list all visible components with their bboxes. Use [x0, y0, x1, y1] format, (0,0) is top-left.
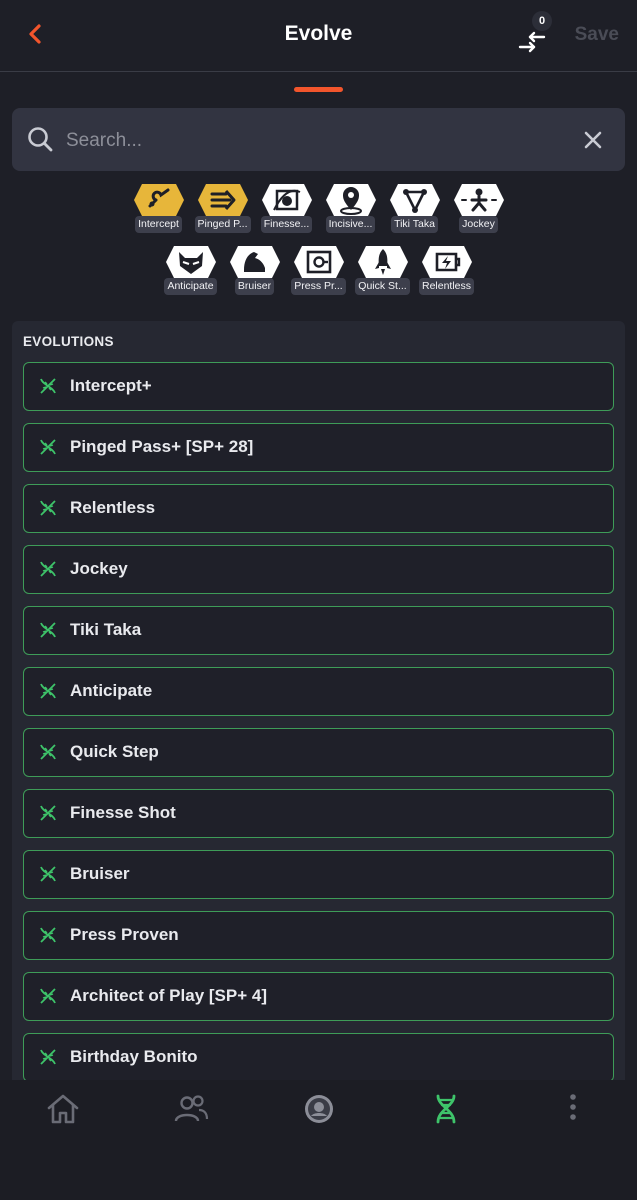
evolution-label: Architect of Play [SP+ 4] — [70, 986, 267, 1005]
save-button[interactable]: Save — [575, 24, 619, 46]
chip-intercept[interactable]: Intercept — [130, 180, 188, 233]
evolutions-panel: EVOLUTIONS Intercept+ Pinged Pass+ [SP+ … — [12, 321, 625, 1091]
search-icon — [28, 127, 53, 152]
chip-incisive-pass[interactable]: Incisive... — [322, 180, 380, 233]
quick-step-icon — [357, 246, 408, 278]
dna-icon — [40, 561, 56, 577]
dna-icon — [40, 988, 56, 1004]
evolution-item[interactable]: Architect of Play [SP+ 4] — [23, 972, 614, 1021]
evolution-label: Birthday Bonito — [70, 1047, 198, 1066]
search-input[interactable] — [64, 122, 568, 160]
top-bar: Evolve 0 Save — [0, 0, 637, 72]
chip-label: Jockey — [459, 216, 498, 233]
evolution-label: Tiki Taka — [70, 620, 142, 639]
chip-label: Finesse... — [260, 216, 313, 233]
chip-label: Anticipate — [164, 278, 217, 295]
dna-icon — [40, 683, 56, 699]
search-bar[interactable] — [12, 108, 625, 171]
evolution-label: Bruiser — [70, 864, 130, 883]
finesse-shot-icon — [261, 184, 312, 216]
dna-icon[interactable] — [426, 1092, 466, 1126]
pinged-pass-icon — [197, 184, 248, 216]
home-icon[interactable] — [43, 1092, 83, 1126]
tiki-taka-icon — [389, 184, 440, 216]
evolution-label: Relentless — [70, 498, 156, 517]
playstyle-filter-row: Anticipate Bruiser Press Pr... Quick St.… — [0, 242, 637, 295]
chip-label: Bruiser — [234, 278, 275, 295]
evolution-label: Finesse Shot — [70, 803, 176, 822]
chip-label: Relentless — [418, 278, 475, 295]
evolution-item[interactable]: Anticipate — [23, 667, 614, 716]
evolution-item[interactable]: Quick Step — [23, 728, 614, 777]
chip-label: Pinged P... — [194, 216, 251, 233]
dna-icon — [40, 744, 56, 760]
dna-icon — [40, 622, 56, 638]
chip-label: Intercept — [135, 216, 182, 233]
dna-icon — [40, 439, 56, 455]
dna-icon — [40, 927, 56, 943]
chip-relentless[interactable]: Relentless — [418, 242, 476, 295]
evolutions-list: Intercept+ Pinged Pass+ [SP+ 28] Relentl… — [23, 362, 614, 1091]
press-proven-icon — [293, 246, 344, 278]
bruiser-icon — [229, 246, 280, 278]
players-icon[interactable] — [171, 1092, 211, 1126]
evolution-label: Anticipate — [70, 681, 153, 700]
jockey-icon — [453, 184, 504, 216]
evolution-item[interactable]: Jockey — [23, 545, 614, 594]
dna-icon — [40, 1049, 56, 1065]
chip-anticipate[interactable]: Anticipate — [162, 242, 220, 295]
evolution-item[interactable]: Intercept+ — [23, 362, 614, 411]
evolution-item[interactable]: Press Proven — [23, 911, 614, 960]
evolution-item[interactable]: Bruiser — [23, 850, 614, 899]
chip-finesse-shot[interactable]: Finesse... — [258, 180, 316, 233]
tab-indicator — [294, 87, 343, 92]
intercept-icon — [133, 184, 184, 216]
evolution-label: Pinged Pass+ [SP+ 28] — [70, 437, 254, 456]
dna-icon — [40, 866, 56, 882]
evolution-label: Press Proven — [70, 925, 179, 944]
chip-press-proven[interactable]: Press Pr... — [290, 242, 348, 295]
evolution-item[interactable]: Tiki Taka — [23, 606, 614, 655]
chip-jockey[interactable]: Jockey — [450, 180, 508, 233]
chip-label: Tiki Taka — [391, 216, 438, 233]
playstyle-filter-row: Intercept Pinged P... Finesse... Incisiv… — [0, 180, 637, 233]
chip-label: Press Pr... — [291, 278, 346, 295]
more-vertical-icon[interactable] — [553, 1092, 593, 1126]
evolution-item[interactable]: Birthday Bonito — [23, 1033, 614, 1082]
chip-tiki-taka[interactable]: Tiki Taka — [386, 180, 444, 233]
close-icon[interactable] — [582, 129, 604, 151]
dna-icon — [40, 500, 56, 516]
evolution-item[interactable]: Relentless — [23, 484, 614, 533]
relentless-icon — [421, 246, 472, 278]
evolution-label: Quick Step — [70, 742, 159, 761]
incisive-pass-icon — [325, 184, 376, 216]
dna-icon — [40, 805, 56, 821]
evolution-label: Jockey — [70, 559, 128, 578]
chip-bruiser[interactable]: Bruiser — [226, 242, 284, 295]
chip-label: Incisive... — [325, 216, 376, 233]
evolution-label: Intercept+ — [70, 376, 152, 395]
chip-label: Quick St... — [355, 278, 410, 295]
evolution-item[interactable]: Pinged Pass+ [SP+ 28] — [23, 423, 614, 472]
chip-quick-step[interactable]: Quick St... — [354, 242, 412, 295]
club-badge-icon[interactable] — [299, 1092, 339, 1126]
section-heading: EVOLUTIONS — [23, 334, 114, 349]
dna-icon — [40, 378, 56, 394]
swap-count-badge: 0 — [532, 11, 552, 31]
bottom-navigation — [0, 1080, 637, 1200]
anticipate-icon — [165, 246, 216, 278]
chip-pinged-pass[interactable]: Pinged P... — [194, 180, 252, 233]
evolution-item[interactable]: Finesse Shot — [23, 789, 614, 838]
